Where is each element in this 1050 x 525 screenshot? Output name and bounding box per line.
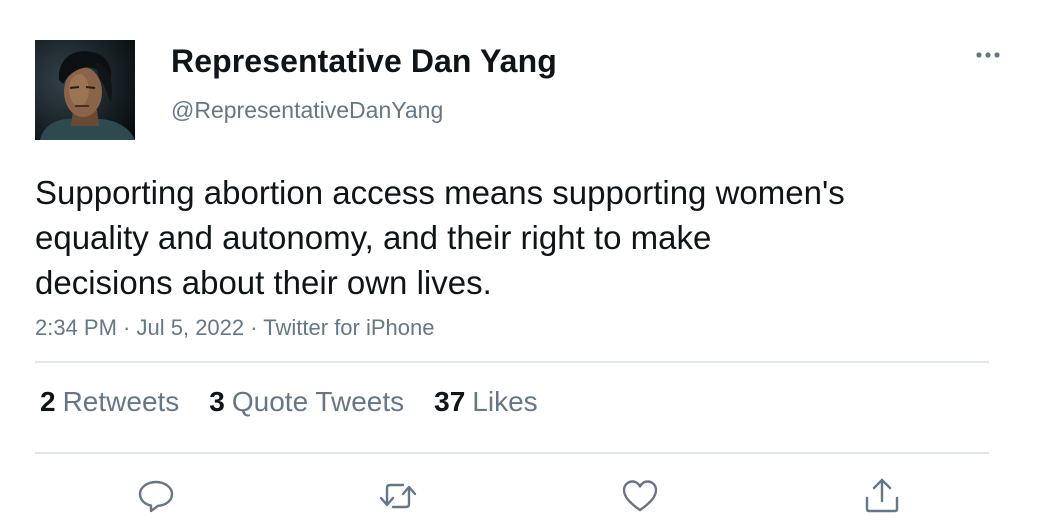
share-icon (865, 478, 899, 513)
more-options-button[interactable] (968, 40, 1008, 70)
likes-stat[interactable]: 37 Likes (434, 386, 538, 418)
quote-tweets-count: 3 (209, 386, 225, 417)
reply-button[interactable] (134, 474, 178, 518)
tweet-client[interactable]: Twitter for iPhone (263, 315, 434, 340)
retweets-label: Retweets (62, 386, 180, 417)
portrait-photo (35, 40, 135, 140)
retweet-button[interactable] (376, 474, 420, 518)
divider (35, 452, 989, 454)
divider (35, 361, 989, 363)
tweet-text: Supporting abortion access means support… (35, 174, 845, 301)
likes-count: 37 (434, 386, 466, 417)
reply-icon (138, 480, 174, 513)
tweet-time[interactable]: 2:34 PM (35, 315, 117, 340)
meta-separator: · (244, 315, 264, 340)
user-handle[interactable]: @RepresentativeDanYang (171, 97, 443, 124)
retweet-icon (379, 483, 417, 509)
more-options-icon (976, 52, 1000, 58)
share-button[interactable] (860, 474, 904, 518)
tweet-meta: 2:34 PM · Jul 5, 2022 · Twitter for iPho… (35, 315, 434, 341)
display-name[interactable]: Representative Dan Yang (171, 43, 557, 80)
retweets-stat[interactable]: 2 Retweets (40, 386, 179, 418)
like-icon (622, 480, 658, 512)
quote-tweets-label: Quote Tweets (231, 386, 405, 417)
meta-separator: · (116, 315, 137, 340)
quote-tweets-stat[interactable]: 3 Quote Tweets (209, 386, 404, 418)
avatar[interactable] (35, 40, 135, 140)
engagement-stats: 2 Retweets 3 Quote Tweets 37 Likes (40, 386, 568, 418)
likes-label: Likes (472, 386, 538, 417)
retweets-count: 2 (40, 386, 56, 417)
tweet-date[interactable]: Jul 5, 2022 (137, 315, 245, 340)
like-button[interactable] (618, 474, 662, 518)
